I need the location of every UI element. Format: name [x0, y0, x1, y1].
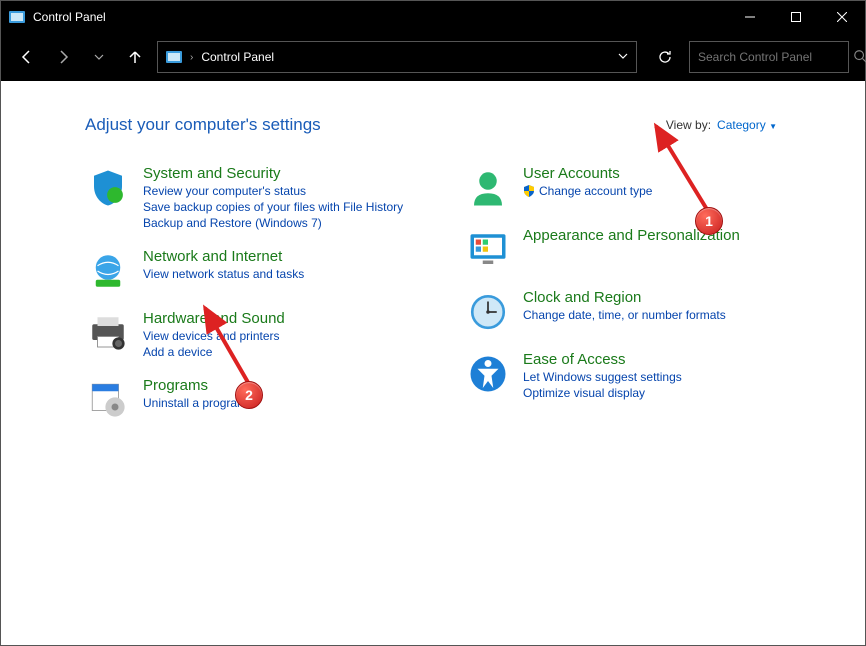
view-by-dropdown[interactable]: Category ▼: [717, 118, 777, 132]
address-icon: [166, 49, 182, 65]
category-network: Network and Internet View network status…: [87, 248, 407, 292]
chevron-right-icon: ›: [190, 52, 193, 63]
uninstall-link[interactable]: Uninstall a program: [143, 396, 247, 410]
category-hardware: Hardware and Sound View devices and prin…: [87, 310, 407, 359]
change-account-type-link[interactable]: Change account type: [523, 184, 652, 198]
search-icon: [853, 49, 866, 66]
category-ease-access: Ease of Access Let Windows suggest setti…: [467, 351, 787, 400]
globe-icon: [87, 250, 129, 292]
uac-shield-icon: [523, 185, 535, 197]
clock-region-link[interactable]: Clock and Region: [523, 289, 726, 306]
file-history-link[interactable]: Save backup copies of your files with Fi…: [143, 200, 403, 214]
maximize-button[interactable]: [773, 1, 819, 33]
forward-button[interactable]: [49, 41, 77, 73]
category-user-accounts: User Accounts Change account type: [467, 165, 787, 209]
shield-icon: [87, 167, 129, 209]
add-device-link[interactable]: Add a device: [143, 345, 285, 359]
minimize-button[interactable]: [727, 1, 773, 33]
view-by: View by: Category ▼: [666, 118, 777, 132]
network-internet-link[interactable]: Network and Internet: [143, 248, 304, 265]
view-by-label: View by:: [666, 118, 711, 132]
date-time-formats-link[interactable]: Change date, time, or number formats: [523, 308, 726, 322]
system-security-link[interactable]: System and Security: [143, 165, 403, 182]
category-clock: Clock and Region Change date, time, or n…: [467, 289, 787, 333]
chevron-down-icon[interactable]: [618, 51, 628, 64]
refresh-button[interactable]: [649, 41, 681, 73]
programs-link[interactable]: Programs: [143, 377, 247, 394]
ease-access-link[interactable]: Ease of Access: [523, 351, 682, 368]
back-button[interactable]: [13, 41, 41, 73]
category-system-security: System and Security Review your computer…: [87, 165, 407, 230]
visual-display-link[interactable]: Optimize visual display: [523, 386, 682, 400]
review-status-link[interactable]: Review your computer's status: [143, 184, 403, 198]
page-title: Adjust your computer's settings: [85, 115, 321, 135]
content-area: Adjust your computer's settings View by:…: [1, 81, 865, 441]
annotation-badge-1: 1: [695, 207, 723, 235]
recent-dropdown[interactable]: [85, 41, 113, 73]
accessibility-icon: [467, 353, 509, 395]
nav-bar: › Control Panel: [1, 33, 865, 81]
control-panel-icon: [9, 9, 25, 25]
suggest-settings-link[interactable]: Let Windows suggest settings: [523, 370, 682, 384]
programs-icon: [87, 379, 129, 421]
hardware-sound-link[interactable]: Hardware and Sound: [143, 310, 285, 327]
printer-icon: [87, 312, 129, 354]
clock-icon: [467, 291, 509, 333]
up-button[interactable]: [121, 41, 149, 73]
devices-printers-link[interactable]: View devices and printers: [143, 329, 285, 343]
user-icon: [467, 167, 509, 209]
backup-restore-link[interactable]: Backup and Restore (Windows 7): [143, 216, 403, 230]
network-status-link[interactable]: View network status and tasks: [143, 267, 304, 281]
search-input[interactable]: [698, 50, 853, 64]
user-accounts-link[interactable]: User Accounts: [523, 165, 652, 182]
breadcrumb[interactable]: Control Panel: [201, 50, 274, 64]
category-appearance: Appearance and Personalization: [467, 227, 787, 271]
title-bar: Control Panel: [1, 1, 865, 33]
window-title: Control Panel: [33, 10, 727, 24]
search-box[interactable]: [689, 41, 849, 73]
annotation-badge-2: 2: [235, 381, 263, 409]
monitor-icon: [467, 229, 509, 271]
close-button[interactable]: [819, 1, 865, 33]
right-column: User Accounts Change account type Appear…: [467, 165, 787, 421]
address-bar[interactable]: › Control Panel: [157, 41, 637, 73]
